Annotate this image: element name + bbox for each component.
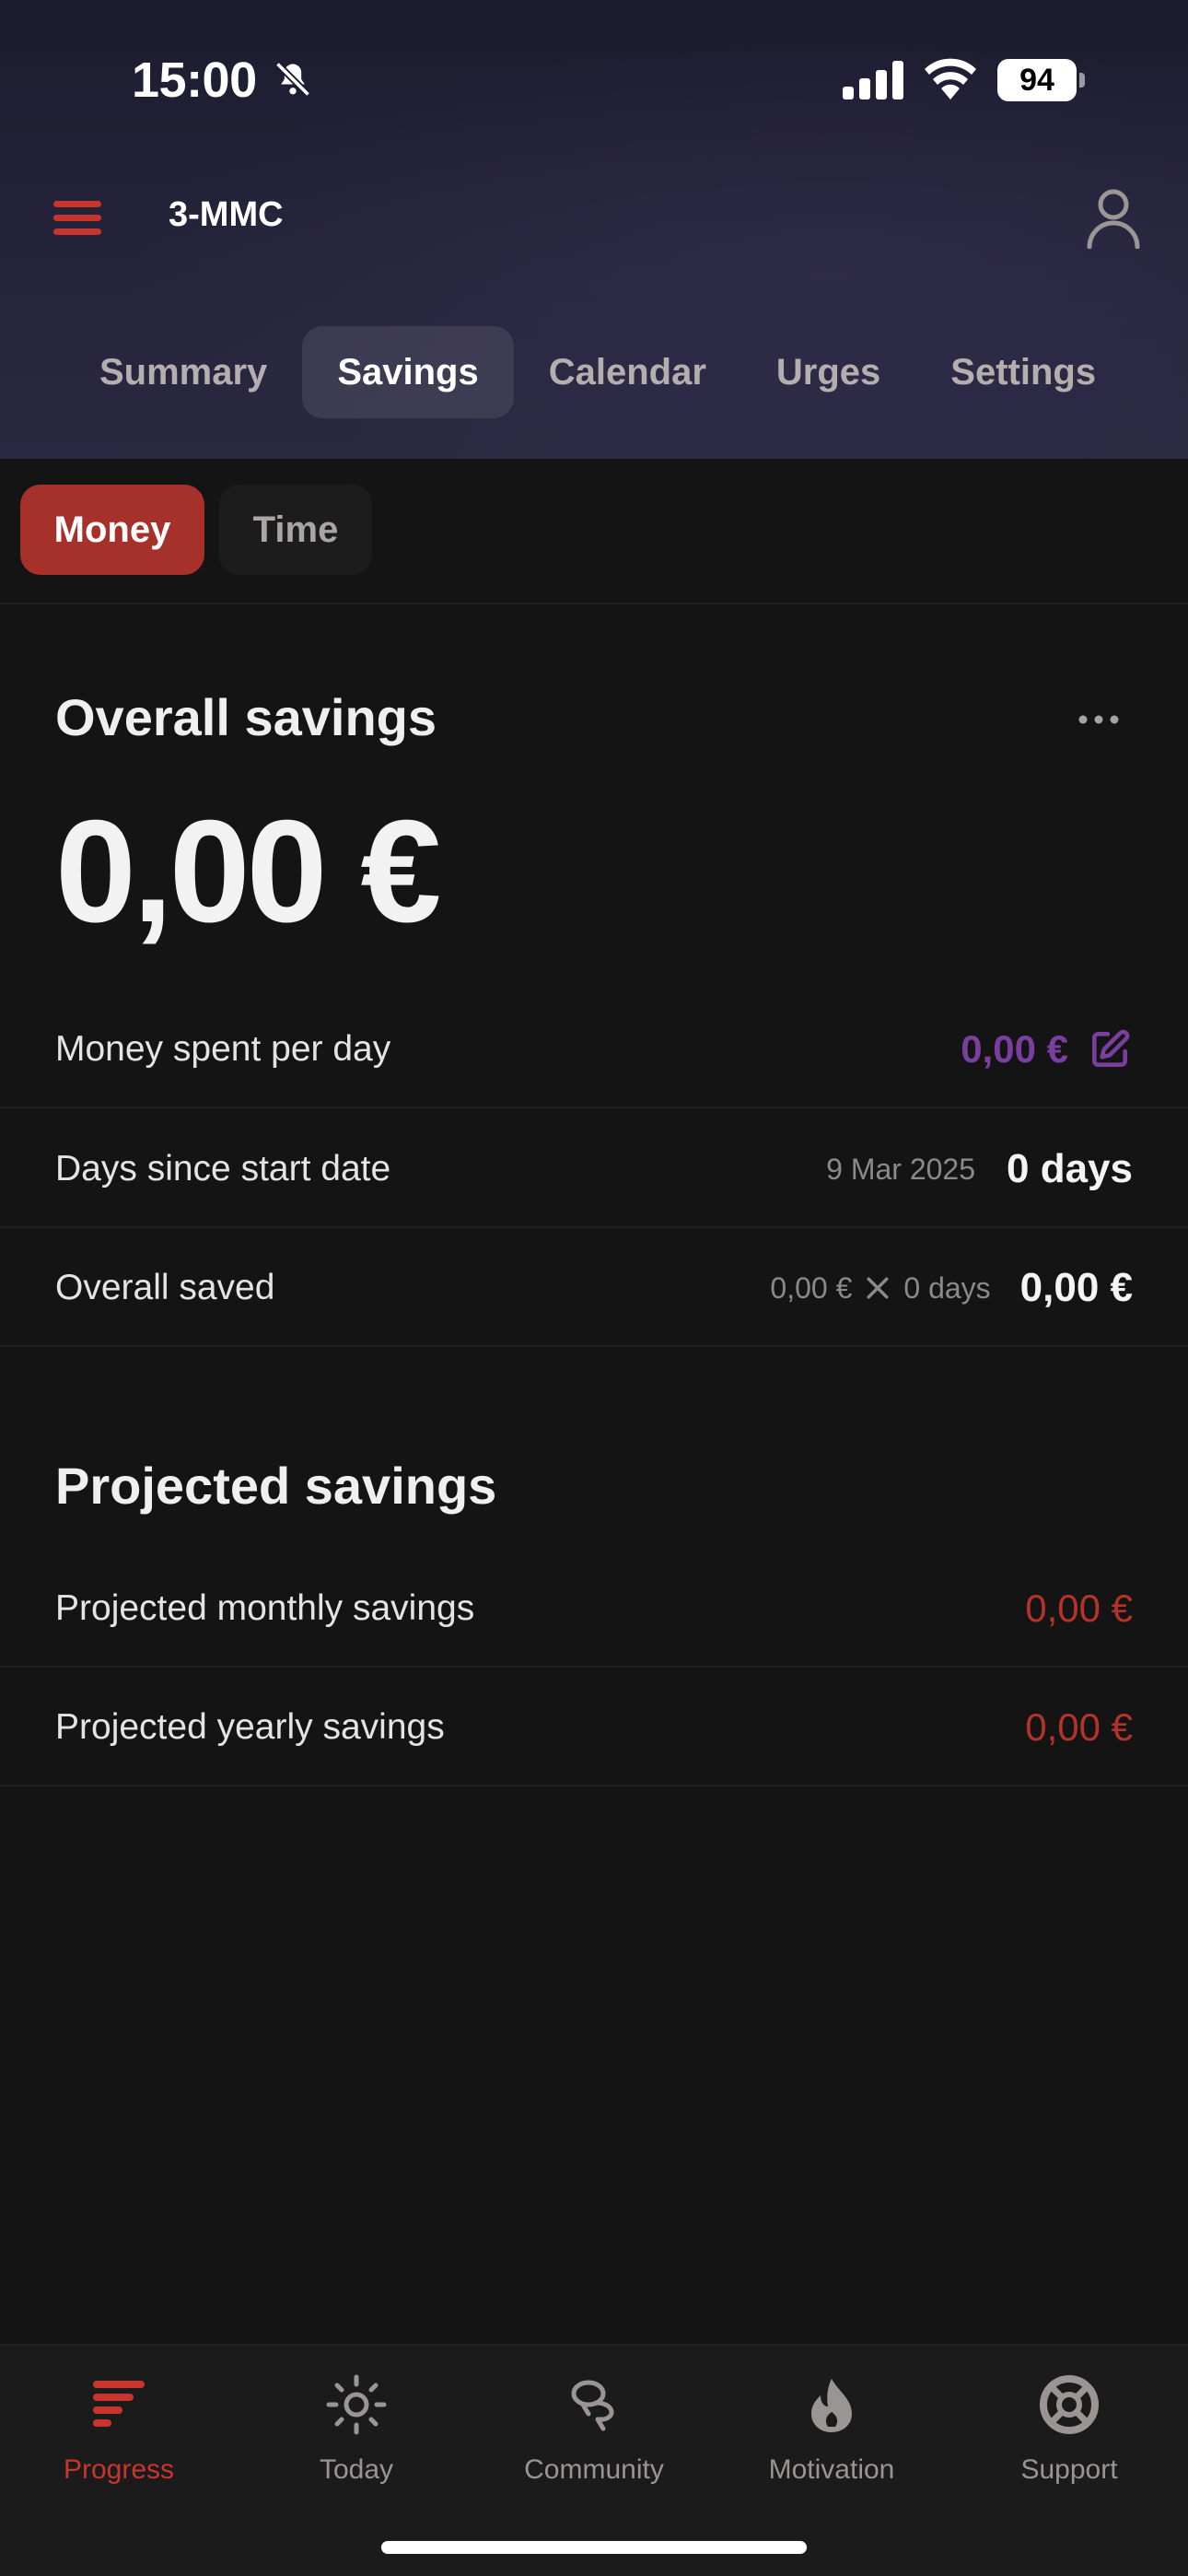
subtab-time[interactable]: Time bbox=[219, 485, 372, 575]
nav-today[interactable]: Today bbox=[238, 2362, 475, 2519]
bell-off-icon bbox=[274, 61, 311, 98]
days-since-start-row: Days since start date 9 Mar 2025 0 days bbox=[0, 1110, 1188, 1228]
nav-progress-label: Progress bbox=[63, 2454, 175, 2485]
overall-saved-row: Overall saved 0,00 € 0 days 0,00 € bbox=[0, 1229, 1188, 1347]
edit-icon[interactable] bbox=[1087, 1026, 1133, 1072]
nav-support-label: Support bbox=[1020, 2454, 1118, 2485]
money-spent-value: 0,00 € bbox=[961, 1027, 1068, 1071]
projected-monthly-value: 0,00 € bbox=[1025, 1587, 1133, 1630]
overall-savings-amount: 0,00 € bbox=[55, 790, 441, 953]
money-spent-row[interactable]: Money spent per day 0,00 € bbox=[0, 990, 1188, 1108]
nav-today-label: Today bbox=[319, 2454, 394, 2485]
hamburger-icon bbox=[53, 201, 101, 207]
community-icon bbox=[571, 2380, 614, 2431]
subtab-money[interactable]: Money bbox=[20, 485, 204, 575]
projected-monthly-label: Projected monthly savings bbox=[55, 1588, 475, 1628]
tab-savings[interactable]: Savings bbox=[302, 326, 514, 418]
nav-community-label: Community bbox=[524, 2454, 664, 2485]
overall-saved-value: 0,00 € bbox=[1019, 1265, 1133, 1310]
menu-button[interactable] bbox=[53, 201, 101, 238]
tab-urges[interactable]: Urges bbox=[741, 326, 915, 418]
formula-amount: 0,00 € bbox=[770, 1270, 853, 1305]
multiply-icon bbox=[867, 1277, 889, 1299]
cellular-signal-icon bbox=[843, 61, 903, 100]
projected-yearly-row: Projected yearly savings 0,00 € bbox=[0, 1669, 1188, 1786]
projected-savings-title: Projected savings bbox=[55, 1457, 497, 1515]
nav-support[interactable]: Support bbox=[950, 2362, 1188, 2519]
profile-icon[interactable] bbox=[1085, 186, 1142, 249]
formula-days: 0 days bbox=[903, 1270, 991, 1305]
flame-icon bbox=[811, 2379, 852, 2432]
app-title: 3-MMC bbox=[169, 195, 284, 234]
progress-bars-icon bbox=[93, 2381, 145, 2427]
projected-yearly-label: Projected yearly savings bbox=[55, 1707, 445, 1747]
money-spent-label: Money spent per day bbox=[55, 1029, 391, 1069]
savings-subtabs: Money Time bbox=[0, 459, 1188, 604]
projected-monthly-row: Projected monthly savings 0,00 € bbox=[0, 1550, 1188, 1668]
days-since-label: Days since start date bbox=[55, 1149, 391, 1188]
tab-settings[interactable]: Settings bbox=[915, 326, 1131, 418]
start-date: 9 Mar 2025 bbox=[826, 1152, 976, 1186]
overall-savings-title: Overall savings bbox=[55, 688, 437, 746]
overall-saved-label: Overall saved bbox=[55, 1268, 275, 1307]
nav-motivation[interactable]: Motivation bbox=[713, 2362, 950, 2519]
nav-community[interactable]: Community bbox=[475, 2362, 713, 2519]
more-options-icon[interactable] bbox=[1077, 709, 1120, 730]
battery-icon: 94 bbox=[997, 59, 1086, 101]
status-bar: 15:00 94 bbox=[0, 0, 1188, 157]
main-tabs: Summary Savings Calendar Urges Settings bbox=[64, 326, 1131, 418]
nav-motivation-label: Motivation bbox=[768, 2454, 895, 2485]
nav-progress[interactable]: Progress bbox=[0, 2362, 238, 2519]
home-indicator[interactable] bbox=[381, 2541, 807, 2554]
projected-yearly-value: 0,00 € bbox=[1025, 1705, 1133, 1749]
sun-icon bbox=[326, 2374, 387, 2435]
wifi-icon bbox=[925, 58, 976, 100]
battery-level: 94 bbox=[1019, 62, 1054, 98]
days-count: 0 days bbox=[1007, 1146, 1133, 1191]
status-time: 15:00 bbox=[132, 53, 257, 108]
lifebuoy-icon bbox=[1040, 2375, 1099, 2434]
tab-calendar[interactable]: Calendar bbox=[514, 326, 741, 418]
tab-summary[interactable]: Summary bbox=[64, 326, 302, 418]
